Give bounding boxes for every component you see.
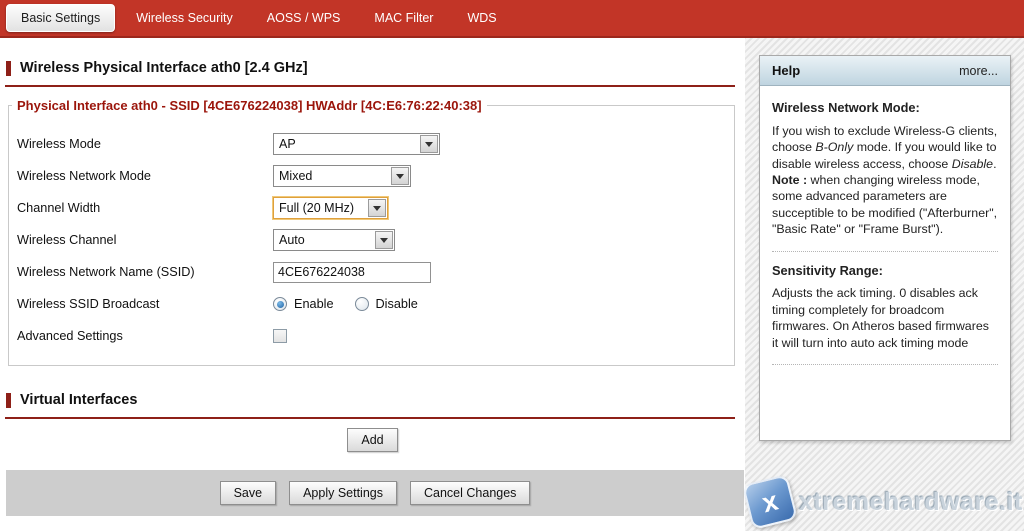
- xtremehardware-logo-icon: x: [742, 474, 798, 530]
- section-accent-bar: [6, 393, 11, 408]
- network-mode-row: Wireless Network Mode Mixed: [9, 160, 734, 192]
- help-text-italic: B-Only: [815, 140, 853, 154]
- physical-section-heading: Wireless Physical Interface ath0 [2.4 GH…: [6, 60, 308, 76]
- logo-x-letter: x: [759, 485, 781, 519]
- help-title: Help: [772, 63, 800, 78]
- wireless-channel-select[interactable]: Auto: [273, 229, 395, 251]
- network-mode-label: Wireless Network Mode: [17, 169, 273, 183]
- virtual-section-heading: Virtual Interfaces: [6, 392, 137, 408]
- help-body: Wireless Network Mode: If you wish to ex…: [760, 86, 1010, 386]
- help-sidebar: Help more... Wireless Network Mode: If y…: [745, 38, 1024, 531]
- tab-aoss-wps[interactable]: AOSS / WPS: [250, 5, 358, 31]
- chevron-down-icon[interactable]: [375, 231, 393, 249]
- apply-settings-button[interactable]: Apply Settings: [289, 481, 397, 505]
- add-button[interactable]: Add: [347, 428, 397, 452]
- ssid-row: Wireless Network Name (SSID): [9, 256, 734, 288]
- channel-width-label: Channel Width: [17, 201, 273, 215]
- footer-action-bar: Save Apply Settings Cancel Changes: [6, 470, 744, 516]
- network-mode-value: Mixed: [274, 166, 390, 186]
- ssid-broadcast-enable-label: Enable: [294, 297, 334, 311]
- physical-section-title: Wireless Physical Interface ath0 [2.4 GH…: [20, 60, 308, 76]
- ssid-label: Wireless Network Name (SSID): [17, 265, 273, 279]
- advanced-settings-label: Advanced Settings: [17, 329, 273, 343]
- network-mode-select[interactable]: Mixed: [273, 165, 411, 187]
- wireless-mode-row: Wireless Mode AP: [9, 128, 734, 160]
- wireless-mode-value: AP: [274, 134, 419, 154]
- help-divider: [772, 364, 998, 365]
- help-text-italic: Disable: [952, 157, 993, 171]
- router-admin-page: Basic Settings Wireless Security AOSS / …: [0, 0, 1024, 531]
- tab-basic-settings[interactable]: Basic Settings: [6, 4, 115, 32]
- virtual-section-title: Virtual Interfaces: [20, 392, 137, 408]
- ssid-broadcast-enable-radio[interactable]: [273, 297, 287, 311]
- help-note-label: Note :: [772, 173, 807, 187]
- chevron-down-icon[interactable]: [368, 199, 386, 217]
- ssid-broadcast-disable-radio[interactable]: [355, 297, 369, 311]
- help-more-link[interactable]: more...: [959, 64, 998, 78]
- help-topic2-paragraph: Adjusts the ack timing. 0 disables ack t…: [772, 285, 998, 351]
- tab-wireless-security[interactable]: Wireless Security: [119, 5, 250, 31]
- channel-width-select[interactable]: Full (20 MHz): [273, 197, 388, 219]
- help-panel: Help more... Wireless Network Mode: If y…: [759, 55, 1011, 441]
- wireless-channel-row: Wireless Channel Auto: [9, 224, 734, 256]
- watermark-text: xtremehardware.it: [799, 488, 1023, 517]
- help-topic1-title: Wireless Network Mode:: [772, 100, 998, 117]
- main-content: Wireless Physical Interface ath0 [2.4 GH…: [0, 38, 745, 531]
- ssid-input[interactable]: [273, 262, 431, 283]
- ssid-broadcast-disable-label: Disable: [376, 297, 418, 311]
- watermark: x xtremehardware.it: [745, 479, 1024, 525]
- wireless-mode-select[interactable]: AP: [273, 133, 440, 155]
- physical-fieldset-legend: Physical Interface ath0 - SSID [4CE67622…: [12, 98, 487, 113]
- wireless-channel-label: Wireless Channel: [17, 233, 273, 247]
- help-topic1-paragraph: If you wish to exclude Wireless-G client…: [772, 123, 998, 238]
- channel-width-value: Full (20 MHz): [274, 198, 367, 218]
- help-divider: [772, 251, 998, 252]
- section-accent-bar: [6, 61, 11, 76]
- virtual-add-row: Add: [0, 428, 745, 452]
- save-button[interactable]: Save: [220, 481, 277, 505]
- advanced-settings-row: Advanced Settings: [9, 320, 734, 352]
- chevron-down-icon[interactable]: [391, 167, 409, 185]
- chevron-down-icon[interactable]: [420, 135, 438, 153]
- help-text: .: [993, 157, 996, 171]
- ssid-broadcast-radio-group: Enable Disable: [273, 297, 432, 311]
- wireless-mode-label: Wireless Mode: [17, 137, 273, 151]
- section-rule: [5, 417, 735, 419]
- cancel-changes-button[interactable]: Cancel Changes: [410, 481, 530, 505]
- section-rule: [5, 85, 735, 87]
- top-navigation: Basic Settings Wireless Security AOSS / …: [0, 0, 1024, 38]
- advanced-settings-checkbox[interactable]: [273, 329, 287, 343]
- channel-width-row: Channel Width Full (20 MHz): [9, 192, 734, 224]
- help-header: Help more...: [760, 56, 1010, 86]
- tab-wds[interactable]: WDS: [450, 5, 513, 31]
- help-topic2-title: Sensitivity Range:: [772, 263, 998, 280]
- ssid-broadcast-row: Wireless SSID Broadcast Enable Disable: [9, 288, 734, 320]
- wireless-channel-value: Auto: [274, 230, 374, 250]
- tab-mac-filter[interactable]: MAC Filter: [357, 5, 450, 31]
- physical-interface-fieldset: Physical Interface ath0 - SSID [4CE67622…: [8, 98, 735, 366]
- ssid-broadcast-label: Wireless SSID Broadcast: [17, 297, 273, 311]
